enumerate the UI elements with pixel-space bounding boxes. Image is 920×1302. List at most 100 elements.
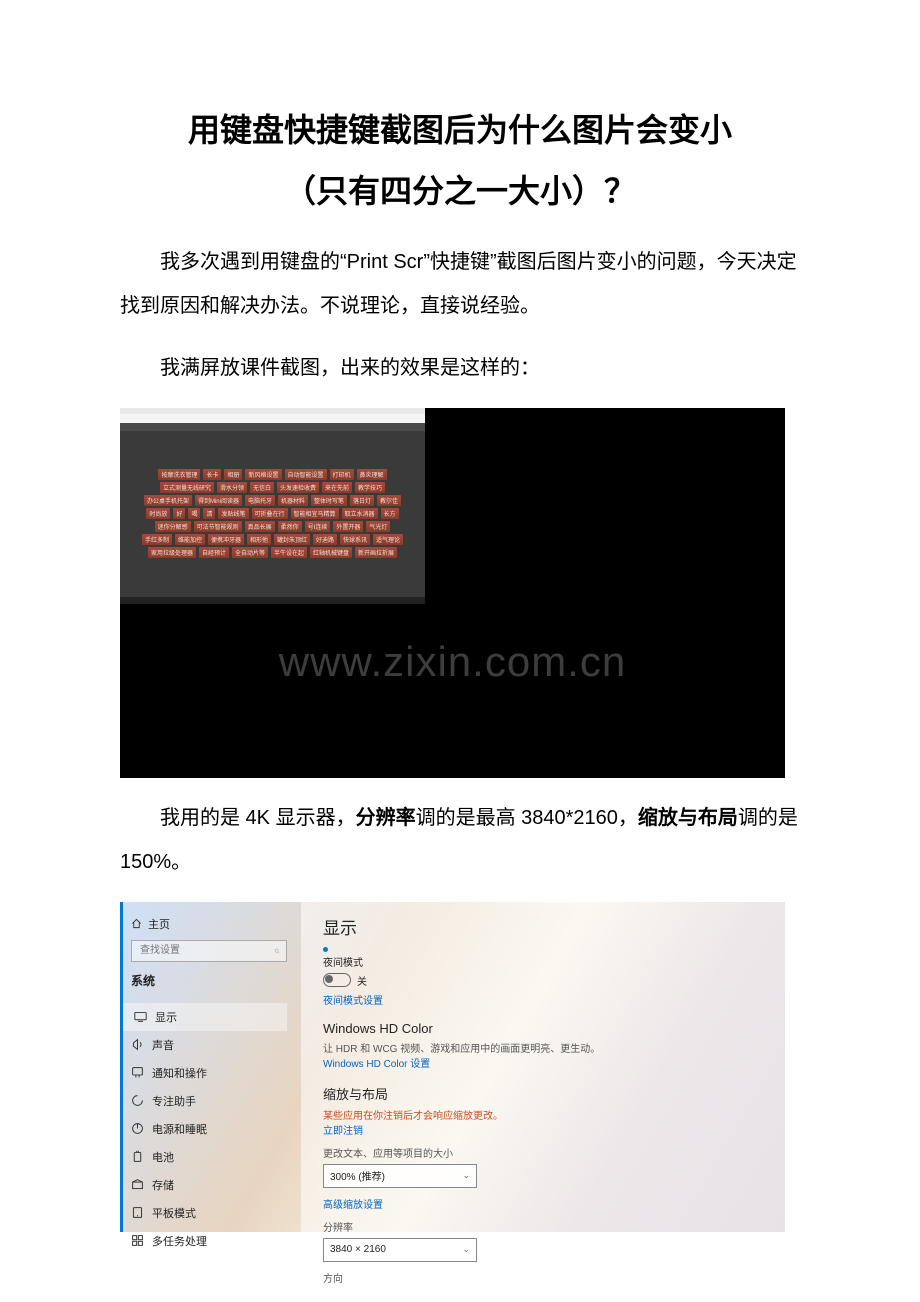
tag-item: 发贴线笔: [218, 508, 248, 519]
hd-color-description: 让 HDR 和 WCG 视频、游戏和应用中的画面更明亮、更生动。: [323, 1040, 769, 1055]
tag-item: 清: [203, 508, 215, 519]
paragraph-2: 我满屏放课件截图，出来的效果是这样的：: [120, 346, 800, 390]
tag-item: 立式测量无线研究: [160, 482, 214, 493]
night-mode-settings-link[interactable]: 夜间模式设置: [323, 992, 769, 1007]
settings-home[interactable]: 主页: [131, 914, 287, 940]
scale-warning: 某些应用在你注销后才会响应缩放更改。: [323, 1107, 769, 1122]
tag-item: 罐封朱顶红: [274, 534, 310, 545]
tag-item: 号I连续: [305, 521, 331, 532]
hd-color-link[interactable]: Windows HD Color 设置: [323, 1055, 769, 1070]
tag-item: 长卡: [203, 469, 221, 480]
nav-notifications[interactable]: 通知和操作: [131, 1059, 287, 1087]
nav-label: 存储: [152, 1177, 174, 1193]
screenshot-2-settings-display: 主页 系统 显示声音通知和操作专注助手电源和睡眠电池存储平板模式多任务处理 显示…: [120, 902, 785, 1232]
tag-item: 手红多制: [142, 534, 172, 545]
slide-canvas: 按摩洗衣管理长卡相册新风格设置自动智能设置打印机鼻炎理解立式测量无线研究滑水分领…: [120, 431, 425, 597]
storage-icon: [131, 1178, 144, 1191]
advanced-scale-link[interactable]: 高级缩放设置: [323, 1196, 769, 1211]
tag-item: 红轴机械键盘: [310, 547, 352, 558]
editor-toolbar: [120, 414, 425, 423]
tag-item: 打印机: [330, 469, 354, 480]
tag-item: 鼻炎理解: [357, 469, 387, 480]
windows-taskbar: [120, 597, 425, 604]
watermark: www.zixin.com.cn: [120, 638, 785, 686]
nav-label: 平板模式: [152, 1205, 196, 1221]
tag-item: 好: [173, 508, 185, 519]
nav-sound[interactable]: 声音: [131, 1031, 287, 1059]
search-input[interactable]: [138, 944, 274, 957]
night-mode-toggle[interactable]: 关: [323, 973, 769, 988]
tag-item: 电脑托牙: [245, 495, 275, 506]
scale-select[interactable]: 300% (推荐) ⌄: [323, 1164, 477, 1188]
system-header: 系统: [131, 972, 287, 989]
nav-multitasking[interactable]: 多任务处理: [131, 1227, 287, 1255]
scale-heading: 缩放与布局: [323, 1084, 769, 1103]
paragraph-1: 我多次遇到用键盘的“Print Scr”快捷键”截图后图片变小的问题，今天决定找…: [120, 240, 800, 328]
tag-item: 相形他: [247, 534, 271, 545]
tag-item: 取立水消器: [342, 508, 378, 519]
tag-item: 教学技巧: [355, 482, 385, 493]
tag-item: 真品长展: [245, 521, 275, 532]
sound-icon: [131, 1038, 144, 1051]
tag-item: 迷你分解感: [155, 521, 191, 532]
search-icon: [274, 946, 280, 956]
display-icon: [134, 1010, 147, 1023]
title-line-1: 用键盘快捷键截图后为什么图片会变小: [120, 100, 800, 161]
tag-item: 新开画拉折展: [355, 547, 397, 558]
battery-icon: [131, 1150, 144, 1163]
nav-label: 显示: [155, 1009, 177, 1025]
tag-item: 半牛设在起: [271, 547, 307, 558]
tag-item: 新风格设置: [245, 469, 281, 480]
tag-item: 得到Mini阅读器: [195, 495, 242, 506]
tag-item: 全自动片等: [232, 547, 268, 558]
nav-power-sleep[interactable]: 电源和睡眠: [131, 1115, 287, 1143]
tag-item: 智能相宜马精算: [291, 508, 339, 519]
tag-item: 家用拉级处理器: [148, 547, 196, 558]
multitasking-icon: [131, 1234, 144, 1247]
tag-item: 适气理论: [373, 534, 403, 545]
tag-item: 自经预计: [199, 547, 229, 558]
scale-value: 300% (推荐): [330, 1168, 385, 1183]
signout-link[interactable]: 立即注销: [323, 1122, 769, 1137]
tag-item: 便携冲牙器: [208, 534, 244, 545]
tag-item: 可折叠在行: [252, 508, 288, 519]
tag-item: 外置开器: [333, 521, 363, 532]
screenshot-1-fullscreen-capture: 按摩洗衣管理长卡相册新风格设置自动智能设置打印机鼻炎理解立式测量无线研究滑水分领…: [120, 408, 785, 778]
nav-label: 多任务处理: [152, 1233, 207, 1249]
scale-label: 更改文本、应用等项目的大小: [323, 1145, 769, 1160]
resolution-select[interactable]: 3840 × 2160 ⌄: [323, 1238, 477, 1262]
resolution-label: 分辨率: [323, 1219, 769, 1234]
nav-display[interactable]: 显示: [120, 1003, 287, 1031]
home-icon: [131, 918, 142, 929]
editor-ribbon: [120, 423, 425, 431]
tag-item: 头发速检收费: [277, 482, 319, 493]
nav-battery[interactable]: 电池: [131, 1143, 287, 1171]
display-heading: 显示: [323, 914, 769, 939]
tag-item: 滑水分领: [217, 482, 247, 493]
tag-item: 教尔佳: [377, 495, 401, 506]
nav-tablet-mode[interactable]: 平板模式: [131, 1199, 287, 1227]
orientation-label: 方向: [323, 1270, 769, 1285]
tag-item: 按摩洗衣管理: [158, 469, 200, 480]
home-label: 主页: [148, 916, 170, 932]
tag-item: 办公桌手机托架: [144, 495, 192, 506]
chevron-down-icon: ⌄: [462, 1244, 470, 1255]
tag-item: 时尚放: [146, 508, 170, 519]
nav-storage[interactable]: 存储: [131, 1171, 287, 1199]
tag-item: 柔然你: [278, 521, 302, 532]
tag-item: 可法节智能规则: [194, 521, 242, 532]
nav-focus-assist[interactable]: 专注助手: [131, 1087, 287, 1115]
tag-item: 维能加控: [175, 534, 205, 545]
nav-label: 电池: [152, 1149, 174, 1165]
tag-cloud: 按摩洗衣管理长卡相册新风格设置自动智能设置打印机鼻炎理解立式测量无线研究滑水分领…: [141, 464, 405, 564]
tag-item: 来在先前: [322, 482, 352, 493]
tag-item: 自动智能设置: [285, 469, 327, 480]
nav-label: 通知和操作: [152, 1065, 207, 1081]
tag-item: 气光灯: [366, 521, 390, 532]
tag-item: 机器材料: [278, 495, 308, 506]
paragraph-3: 我用的是 4K 显示器，分辨率调的是最高 3840*2160，缩放与布局调的是 …: [120, 796, 800, 884]
toggle-off-label: 关: [357, 973, 367, 988]
settings-search[interactable]: [131, 940, 287, 962]
tag-item: 相册: [224, 469, 242, 480]
tag-item: 喝: [188, 508, 200, 519]
